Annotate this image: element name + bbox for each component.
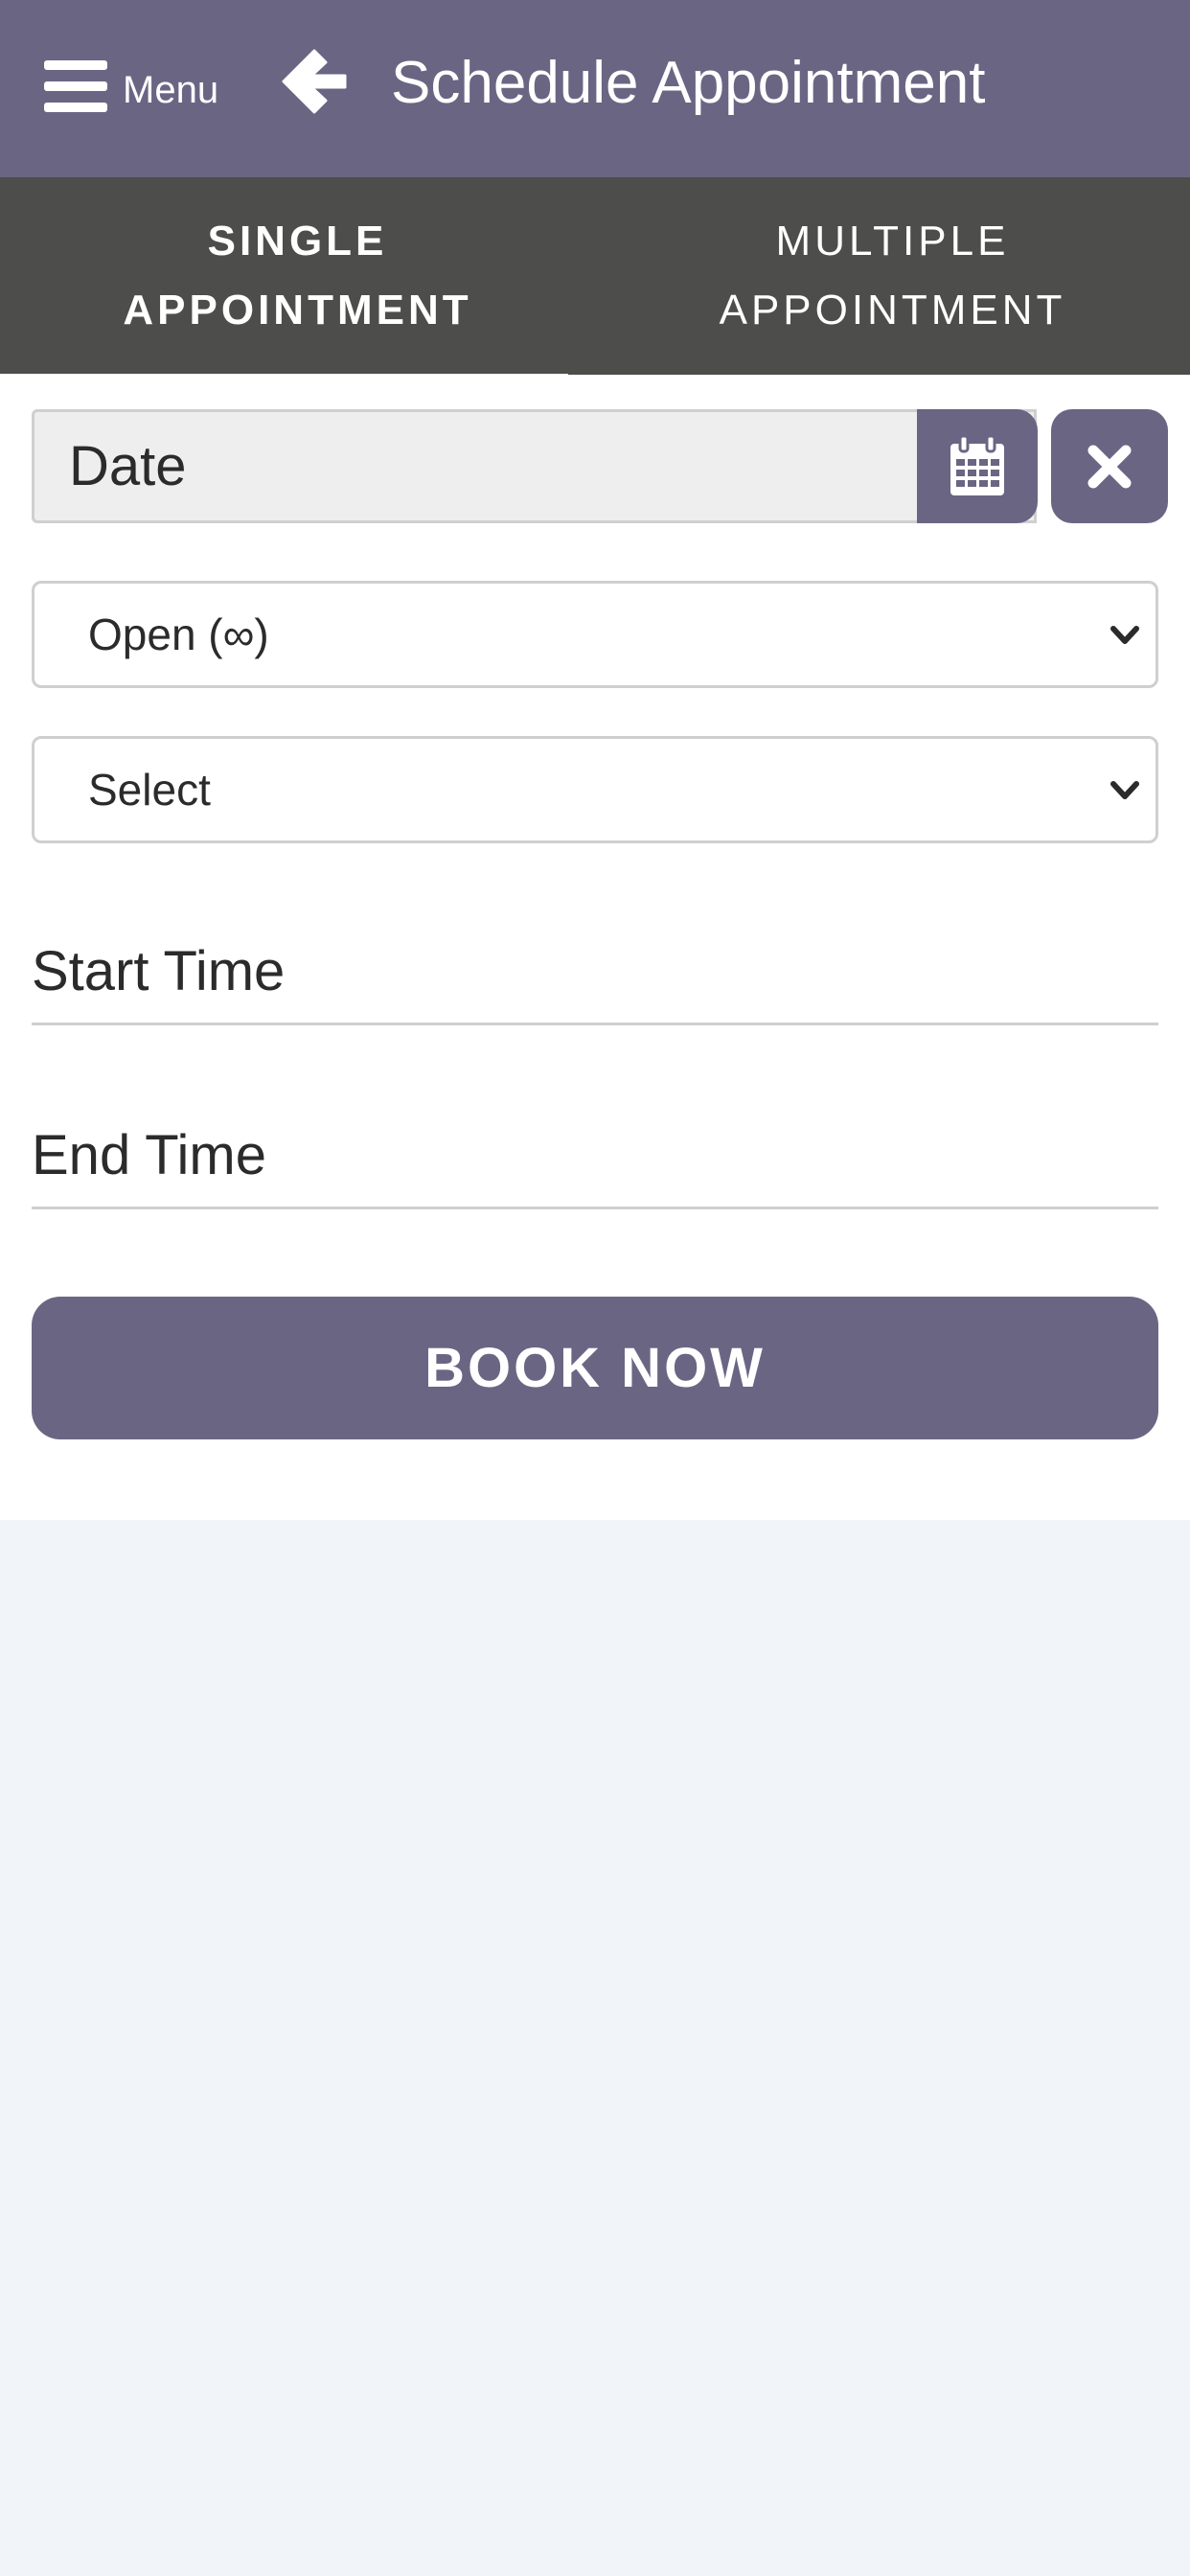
tab-label-line2: APPOINTMENT [123,286,472,334]
close-icon [1087,445,1132,488]
menu-label: Menu [123,68,219,111]
date-input[interactable]: Date [32,409,1037,523]
status-select-value: Open (∞) [88,610,269,659]
tab-label-line2: APPOINTMENT [719,286,1066,334]
clear-date-button[interactable] [1051,409,1168,523]
end-time-input[interactable]: End Time [32,1104,1158,1209]
menu-button[interactable]: Menu [44,48,218,125]
chevron-down-icon [1110,626,1139,644]
tab-single-appointment[interactable]: SINGLE APPOINTMENT [0,177,595,374]
option-select[interactable]: Select [32,736,1158,843]
tab-label-line1: SINGLE [207,217,388,264]
chevron-down-icon [1110,781,1139,799]
start-time-input[interactable]: Start Time [32,920,1158,1025]
tab-multiple-appointment[interactable]: MULTIPLE APPOINTMENT [595,177,1190,374]
start-time-placeholder: Start Time [32,940,286,1002]
app-header: Menu Schedule Appointment [0,0,1190,177]
appointment-tabs: SINGLE APPOINTMENT MULTIPLE APPOINTMENT [0,177,1190,374]
status-select[interactable]: Open (∞) [32,581,1158,688]
arrow-left-icon [282,49,347,114]
calendar-icon [950,435,1004,495]
option-select-value: Select [88,765,211,815]
date-placeholder: Date [69,435,187,497]
tab-divider [568,367,1190,375]
book-now-button[interactable]: BOOK NOW [32,1297,1158,1439]
back-button[interactable] [278,46,349,123]
tab-label-line1: MULTIPLE [775,217,1010,264]
end-time-placeholder: End Time [32,1124,266,1186]
calendar-button[interactable] [917,409,1038,523]
hamburger-icon [44,60,107,112]
page-title: Schedule Appointment [391,50,986,116]
